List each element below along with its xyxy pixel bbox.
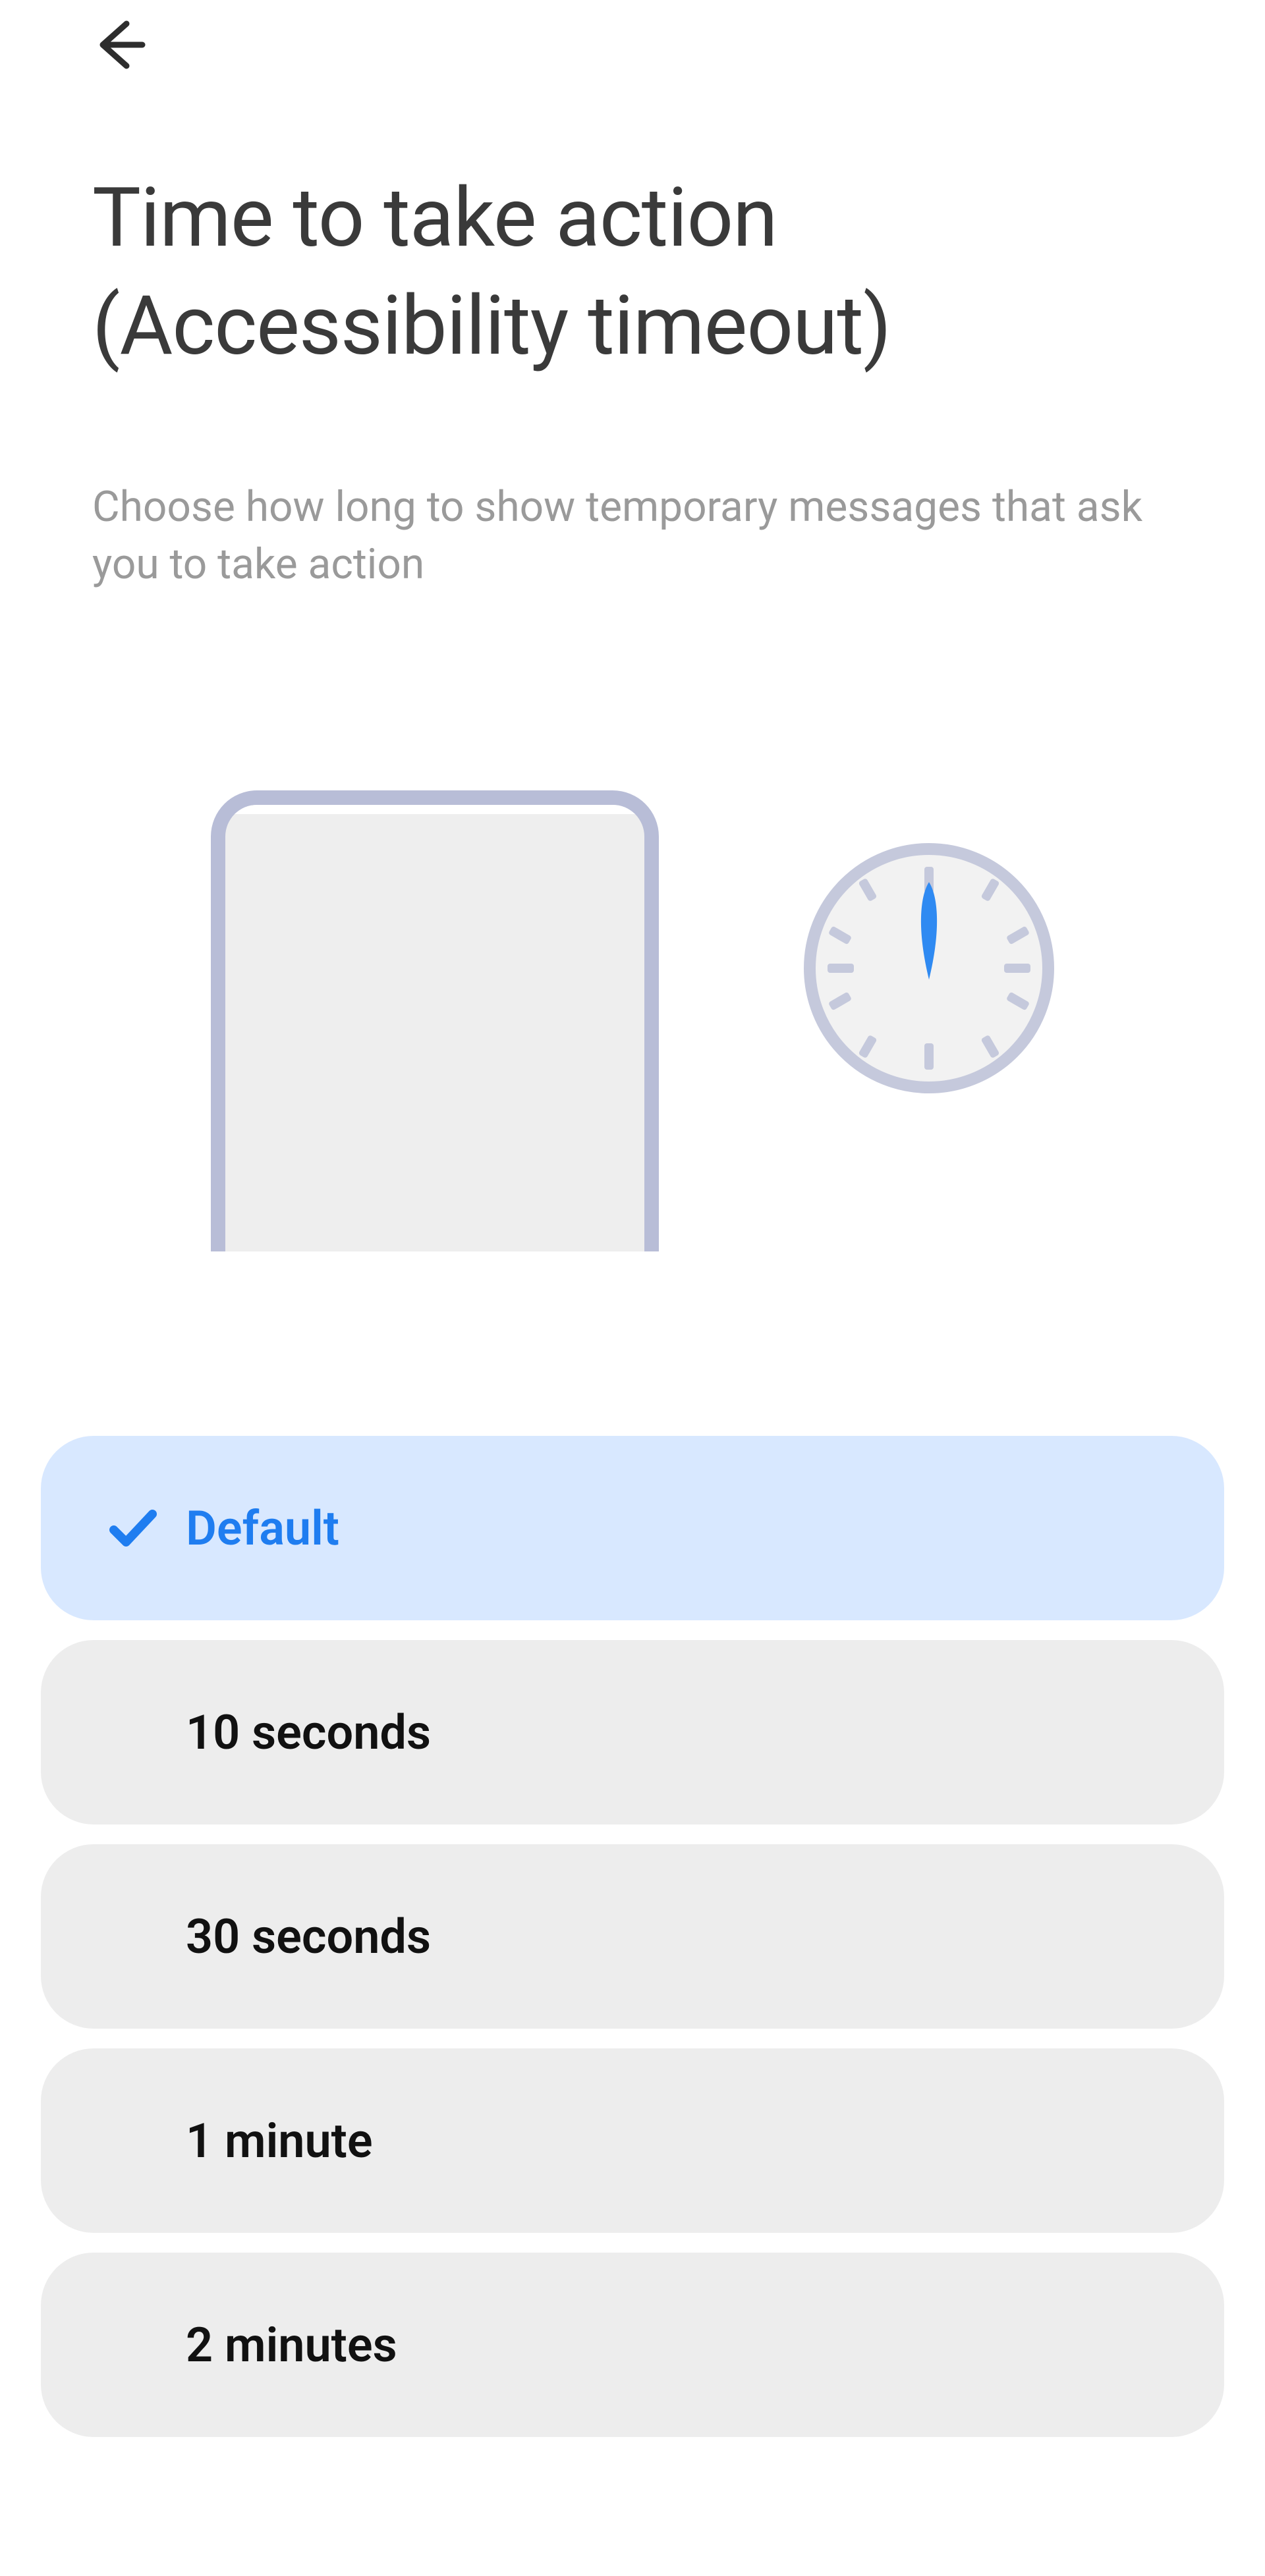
clock-icon: [804, 843, 1054, 1093]
settings-screen: Time to take action (Accessibility timeo…: [0, 0, 1265, 2576]
phone-outline-icon: [211, 790, 659, 1251]
illustration: [92, 711, 1173, 1304]
option-label: 30 seconds: [186, 1909, 431, 1965]
clock-hand-icon: [911, 875, 947, 981]
timeout-option[interactable]: Default: [41, 1436, 1224, 1620]
check-icon: [107, 1502, 159, 1554]
option-label: Default: [186, 1500, 339, 1556]
timeout-option[interactable]: 30 seconds: [41, 1844, 1224, 2029]
option-label: 2 minutes: [186, 2317, 397, 2373]
page-subtitle: Choose how long to show temporary messag…: [92, 479, 1173, 593]
header-bar: [92, 0, 1173, 99]
timeout-option[interactable]: 1 minute: [41, 2048, 1224, 2233]
option-label: 10 seconds: [186, 1705, 431, 1761]
back-button[interactable]: [87, 7, 166, 86]
page-title: Time to take action (Accessibility timeo…: [92, 165, 1173, 380]
timeout-option[interactable]: 2 minutes: [41, 2253, 1224, 2437]
arrow-left-icon: [87, 13, 150, 79]
timeout-option[interactable]: 10 seconds: [41, 1640, 1224, 1824]
timeout-options: Default 10 seconds 30 seconds 1 minute 2 min…: [41, 1436, 1224, 2437]
option-label: 1 minute: [186, 2113, 373, 2169]
